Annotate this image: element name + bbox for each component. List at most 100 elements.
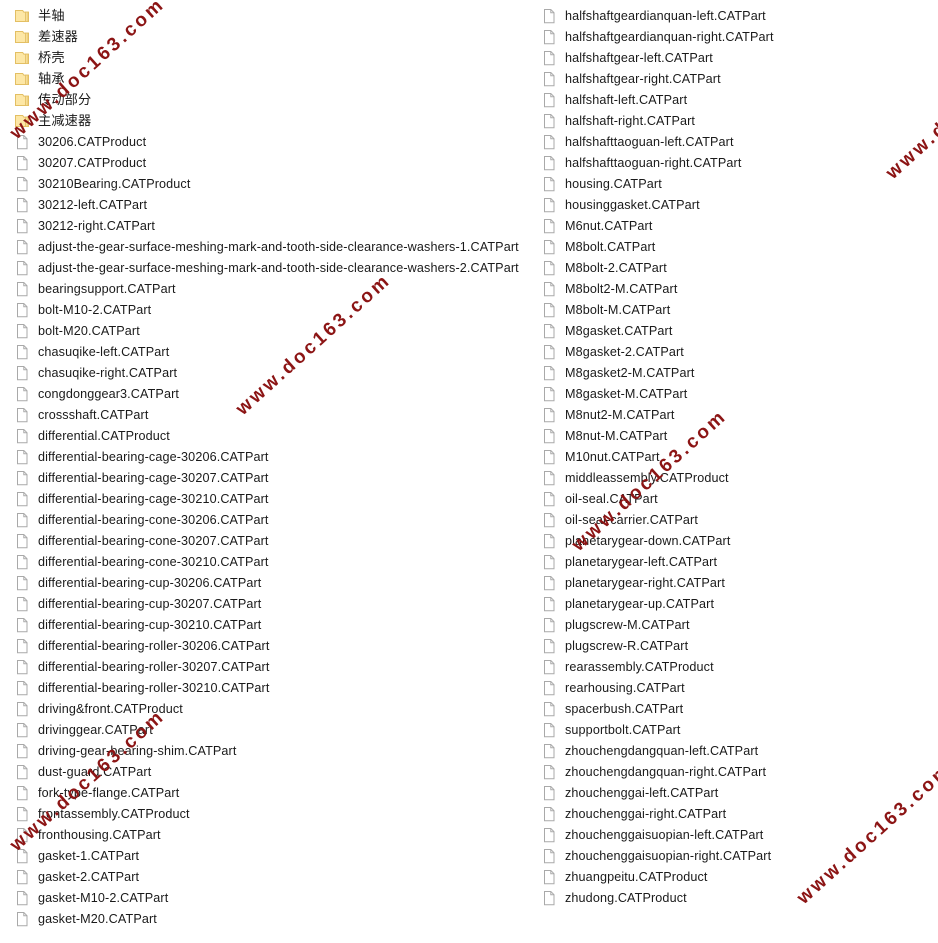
file-row[interactable]: congdonggear3.CATPart xyxy=(14,383,539,404)
file-name: oil-seal.CATPart xyxy=(565,491,658,506)
file-row[interactable]: middleassembly.CATProduct xyxy=(541,467,938,488)
file-row[interactable]: differential-bearing-cone-30207.CATPart xyxy=(14,530,539,551)
file-row[interactable]: zhouchenggaisuopian-right.CATPart xyxy=(541,845,938,866)
file-row[interactable]: differential-bearing-cup-30210.CATPart xyxy=(14,614,539,635)
file-name: differential-bearing-cone-30207.CATPart xyxy=(38,533,269,548)
folder-row[interactable]: 传动部分 xyxy=(14,89,539,110)
file-row[interactable]: rearhousing.CATPart xyxy=(541,677,938,698)
file-row[interactable]: gasket-1.CATPart xyxy=(14,845,539,866)
folder-row[interactable]: 差速器 xyxy=(14,26,539,47)
folder-name: 主减速器 xyxy=(38,112,92,128)
file-row[interactable]: driving&front.CATProduct xyxy=(14,698,539,719)
file-row[interactable]: differential-bearing-roller-30206.CATPar… xyxy=(14,635,539,656)
file-row[interactable]: M8bolt.CATPart xyxy=(541,236,938,257)
file-row[interactable]: M8nut-M.CATPart xyxy=(541,425,938,446)
file-row[interactable]: halfshaftgeardianquan-right.CATPart xyxy=(541,26,938,47)
folder-row[interactable]: 桥壳 xyxy=(14,47,539,68)
file-row[interactable]: halfshafttaoguan-left.CATPart xyxy=(541,131,938,152)
file-row[interactable]: differential-bearing-cone-30210.CATPart xyxy=(14,551,539,572)
file-row[interactable]: supportbolt.CATPart xyxy=(541,719,938,740)
file-row[interactable]: M8bolt-M.CATPart xyxy=(541,299,938,320)
file-row[interactable]: zhouchenggai-left.CATPart xyxy=(541,782,938,803)
file-row[interactable]: gasket-M10-2.CATPart xyxy=(14,887,539,908)
file-row[interactable]: halfshaftgeardianquan-left.CATPart xyxy=(541,5,938,26)
file-row[interactable]: fronthousing.CATPart xyxy=(14,824,539,845)
file-row[interactable]: differential-bearing-cup-30206.CATPart xyxy=(14,572,539,593)
file-row[interactable]: chasuqike-right.CATPart xyxy=(14,362,539,383)
file-row[interactable]: halfshaftgear-left.CATPart xyxy=(541,47,938,68)
file-row[interactable]: 30206.CATProduct xyxy=(14,131,539,152)
file-row[interactable]: plugscrew-R.CATPart xyxy=(541,635,938,656)
file-icon xyxy=(14,533,30,549)
file-row[interactable]: zhouchenggai-right.CATPart xyxy=(541,803,938,824)
folder-row[interactable]: 轴承 xyxy=(14,68,539,89)
file-row[interactable]: M8bolt-2.CATPart xyxy=(541,257,938,278)
file-row[interactable]: zhudong.CATProduct xyxy=(541,887,938,908)
file-row[interactable]: zhouchenggaisuopian-left.CATPart xyxy=(541,824,938,845)
file-row[interactable]: dust-guard.CATPart xyxy=(14,761,539,782)
file-row[interactable]: zhuangpeitu.CATProduct xyxy=(541,866,938,887)
file-row[interactable]: differential-bearing-cage-30210.CATPart xyxy=(14,488,539,509)
file-row[interactable]: 30212-left.CATPart xyxy=(14,194,539,215)
file-row[interactable]: planetarygear-left.CATPart xyxy=(541,551,938,572)
file-row[interactable]: bolt-M10-2.CATPart xyxy=(14,299,539,320)
file-row[interactable]: chasuqike-left.CATPart xyxy=(14,341,539,362)
file-row[interactable]: crossshaft.CATPart xyxy=(14,404,539,425)
file-row[interactable]: planetarygear-right.CATPart xyxy=(541,572,938,593)
file-name: rearhousing.CATPart xyxy=(565,680,685,695)
file-row[interactable]: 30207.CATProduct xyxy=(14,152,539,173)
file-row[interactable]: 30212-right.CATPart xyxy=(14,215,539,236)
file-icon xyxy=(14,785,30,801)
file-row[interactable]: oil-seal.CATPart xyxy=(541,488,938,509)
file-row[interactable]: halfshaft-left.CATPart xyxy=(541,89,938,110)
file-row[interactable]: spacerbush.CATPart xyxy=(541,698,938,719)
file-name: zhouchengdangquan-left.CATPart xyxy=(565,743,759,758)
file-icon xyxy=(14,323,30,339)
file-icon xyxy=(14,407,30,423)
file-row[interactable]: M10nut.CATPart xyxy=(541,446,938,467)
file-row[interactable]: M6nut.CATPart xyxy=(541,215,938,236)
file-row[interactable]: 30210Bearing.CATProduct xyxy=(14,173,539,194)
file-row[interactable]: halfshaftgear-right.CATPart xyxy=(541,68,938,89)
file-row[interactable]: oil-seal-carrier.CATPart xyxy=(541,509,938,530)
file-row[interactable]: differential-bearing-cup-30207.CATPart xyxy=(14,593,539,614)
file-row[interactable]: halfshaft-right.CATPart xyxy=(541,110,938,131)
file-row[interactable]: M8gasket2-M.CATPart xyxy=(541,362,938,383)
folder-row[interactable]: 主减速器 xyxy=(14,110,539,131)
file-row[interactable]: bolt-M20.CATPart xyxy=(14,320,539,341)
file-row[interactable]: halfshafttaoguan-right.CATPart xyxy=(541,152,938,173)
file-row[interactable]: differential-bearing-roller-30210.CATPar… xyxy=(14,677,539,698)
file-icon xyxy=(14,428,30,444)
file-row[interactable]: M8bolt2-M.CATPart xyxy=(541,278,938,299)
file-row[interactable]: housinggasket.CATPart xyxy=(541,194,938,215)
file-row[interactable]: adjust-the-gear-surface-meshing-mark-and… xyxy=(14,236,539,257)
file-row[interactable]: frontassembly.CATProduct xyxy=(14,803,539,824)
file-name: planetarygear-up.CATPart xyxy=(565,596,715,611)
file-row[interactable]: differential-bearing-cage-30206.CATPart xyxy=(14,446,539,467)
file-row[interactable]: housing.CATPart xyxy=(541,173,938,194)
file-row[interactable]: differential-bearing-cone-30206.CATPart xyxy=(14,509,539,530)
file-row[interactable]: differential-bearing-roller-30207.CATPar… xyxy=(14,656,539,677)
file-row[interactable]: M8gasket.CATPart xyxy=(541,320,938,341)
file-row[interactable]: M8gasket-2.CATPart xyxy=(541,341,938,362)
file-icon xyxy=(14,197,30,213)
file-row[interactable]: drivinggear.CATPart xyxy=(14,719,539,740)
file-row[interactable]: bearingsupport.CATPart xyxy=(14,278,539,299)
file-row[interactable]: plugscrew-M.CATPart xyxy=(541,614,938,635)
file-row[interactable]: differential-bearing-cage-30207.CATPart xyxy=(14,467,539,488)
file-row[interactable]: planetarygear-up.CATPart xyxy=(541,593,938,614)
file-row[interactable]: gasket-M20.CATPart xyxy=(14,908,539,929)
file-row[interactable]: fork-type-flange.CATPart xyxy=(14,782,539,803)
file-row[interactable]: gasket-2.CATPart xyxy=(14,866,539,887)
file-name: plugscrew-R.CATPart xyxy=(565,638,689,653)
file-row[interactable]: differential.CATProduct xyxy=(14,425,539,446)
file-row[interactable]: adjust-the-gear-surface-meshing-mark-and… xyxy=(14,257,539,278)
file-row[interactable]: zhouchengdangquan-right.CATPart xyxy=(541,761,938,782)
file-row[interactable]: driving-gear-bearing-shim.CATPart xyxy=(14,740,539,761)
folder-row[interactable]: 半轴 xyxy=(14,5,539,26)
file-row[interactable]: M8nut2-M.CATPart xyxy=(541,404,938,425)
file-row[interactable]: zhouchengdangquan-left.CATPart xyxy=(541,740,938,761)
file-row[interactable]: planetarygear-down.CATPart xyxy=(541,530,938,551)
file-row[interactable]: M8gasket-M.CATPart xyxy=(541,383,938,404)
file-row[interactable]: rearassembly.CATProduct xyxy=(541,656,938,677)
